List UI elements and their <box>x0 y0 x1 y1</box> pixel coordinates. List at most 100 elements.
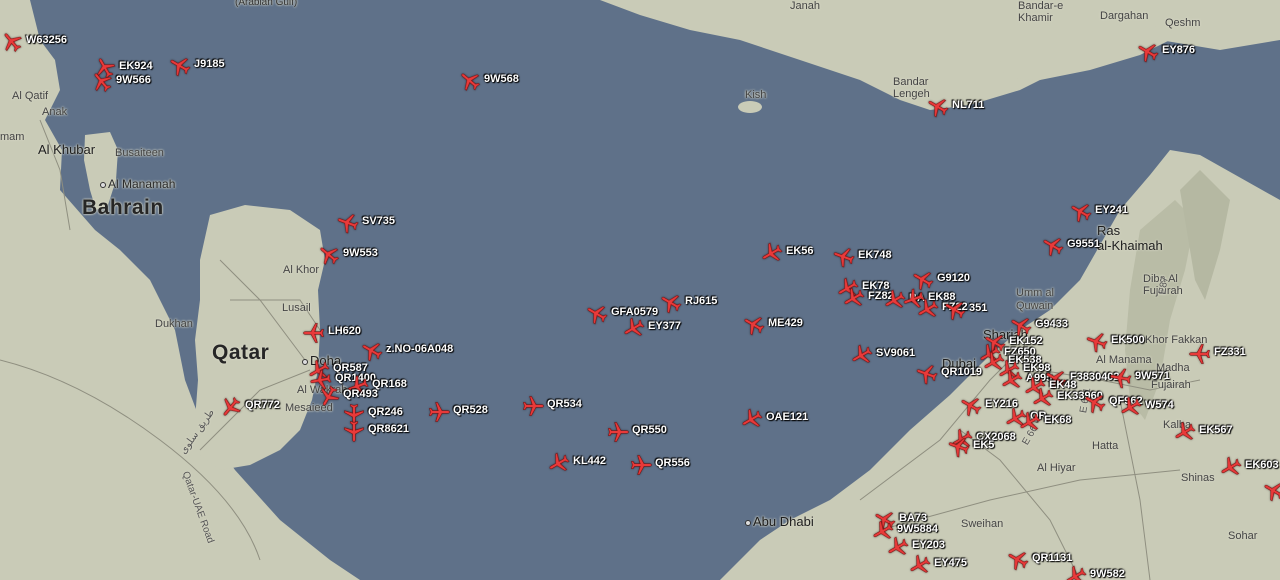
flight-callsign: QR8621 <box>368 423 409 435</box>
flight-marker[interactable]: EY216 <box>959 394 1018 418</box>
plane-icon <box>742 408 763 427</box>
flight-marker[interactable]: EK68 <box>1018 410 1072 434</box>
plane-icon <box>344 421 364 442</box>
flight-marker[interactable]: FZ82 <box>842 286 894 310</box>
flight-callsign: QR556 <box>655 457 690 469</box>
flight-marker[interactable]: EY475 <box>908 553 967 577</box>
flight-marker[interactable]: 9W582 <box>1064 564 1125 580</box>
flight-marker[interactable]: RJ615 <box>659 291 717 315</box>
flight-marker[interactable]: 9W568 <box>458 69 519 93</box>
flight-marker[interactable]: z.NO-06A048 <box>360 339 453 363</box>
plane-icon <box>744 317 765 336</box>
plane-icon <box>1071 204 1092 223</box>
flight-marker[interactable]: QR1131 <box>1006 548 1072 572</box>
flight-marker[interactable]: QR8621 <box>342 419 409 443</box>
flight-marker[interactable]: QR528 <box>427 400 488 424</box>
flight-marker[interactable]: W574 <box>1119 395 1174 419</box>
flight-callsign: OAE121 <box>766 411 809 423</box>
flight-callsign: z.NO-06A048 <box>386 343 454 355</box>
flight-marker[interactable]: A995 <box>1000 368 1052 392</box>
flight-callsign: RJ615 <box>685 295 718 307</box>
plane-icon <box>948 438 970 458</box>
plane-icon <box>1043 238 1064 257</box>
plane-icon <box>320 247 340 265</box>
flight-marker[interactable]: EY876 <box>1136 40 1195 64</box>
flight-callsign: NL711 <box>952 99 985 111</box>
flight-marker[interactable]: GFA0579 <box>585 302 658 326</box>
flight-callsign: FZ331 <box>1214 346 1246 358</box>
flight-callsign: 9W571 <box>1135 370 1170 382</box>
flight-callsign: 351 <box>969 302 988 314</box>
flight-callsign: 9W566 <box>116 74 151 86</box>
flight-callsign: QR246 <box>368 406 403 418</box>
flight-marker[interactable]: 351 <box>943 298 987 322</box>
flight-marker[interactable]: 9W571 <box>1109 366 1170 390</box>
plane-icon <box>844 287 865 306</box>
flight-marker[interactable]: G9551 <box>1041 234 1100 258</box>
flight-marker[interactable]: 9W553 <box>317 243 378 267</box>
flight-marker[interactable]: QR493 <box>317 384 378 408</box>
plane-icon <box>910 554 931 573</box>
flight-callsign: EK924 <box>119 60 153 72</box>
flight-callsign: EY876 <box>1162 44 1196 56</box>
flight-marker[interactable]: QR534 <box>521 394 582 418</box>
flight-marker[interactable]: EY241 <box>1069 200 1128 224</box>
flight-callsign: QR528 <box>453 404 488 416</box>
flight-marker[interactable]: SV735 <box>336 211 395 235</box>
flight-marker[interactable]: KL442 <box>547 451 606 475</box>
flight-callsign: EK567 <box>1199 424 1233 436</box>
flight-marker[interactable] <box>1262 479 1280 503</box>
flight-marker[interactable]: EK500 <box>1085 330 1145 354</box>
plane-icon <box>1008 552 1029 571</box>
flight-callsign: QR1019 <box>941 366 982 378</box>
flight-marker[interactable]: EK5 <box>947 435 994 459</box>
plane-icon <box>945 302 966 321</box>
flight-map[interactable]: (Arabian Gulf) Janah Bandar-e Khamir Dar… <box>0 0 1280 580</box>
plane-icon <box>913 272 934 291</box>
plane-icon <box>631 455 652 475</box>
flight-marker[interactable]: EK603 <box>1219 455 1279 479</box>
flight-marker[interactable]: QR772 <box>219 395 280 419</box>
flight-callsign: G9551 <box>1067 238 1101 250</box>
plane-icon <box>94 73 112 93</box>
flight-marker[interactable]: QR1019 <box>915 362 982 386</box>
flight-marker[interactable]: NL711 <box>926 95 984 119</box>
flight-callsign: QR534 <box>547 398 582 410</box>
flight-marker[interactable]: EK567 <box>1173 420 1233 444</box>
plane-icon <box>1085 395 1106 414</box>
flight-marker[interactable]: J9185 <box>168 54 225 78</box>
plane-icon <box>1138 44 1159 63</box>
flight-marker[interactable]: QR550 <box>606 420 667 444</box>
flight-callsign: ME429 <box>768 317 803 329</box>
flight-marker[interactable]: EY377 <box>622 316 681 340</box>
flight-marker[interactable]: G9120 <box>911 268 970 292</box>
flight-callsign: EY203 <box>912 539 946 551</box>
flight-marker[interactable]: QF962 <box>1083 391 1143 415</box>
flight-callsign: SV735 <box>362 215 396 227</box>
flight-callsign: 9W553 <box>343 247 378 259</box>
plane-icon <box>916 365 938 385</box>
plane-icon <box>429 402 450 422</box>
flight-callsign: W63256 <box>26 34 67 46</box>
flight-marker[interactable]: LH620 <box>302 321 361 345</box>
flight-marker[interactable]: EK56 <box>760 241 814 265</box>
flight-marker[interactable]: EK748 <box>832 245 892 269</box>
flight-marker[interactable]: OAE121 <box>740 407 808 431</box>
flight-marker[interactable]: QR556 <box>629 453 690 477</box>
flight-marker[interactable]: EY203 <box>886 535 945 559</box>
flight-marker[interactable]: SV9061 <box>850 343 915 367</box>
flight-callsign: 9W568 <box>484 73 519 85</box>
plane-icon <box>549 452 570 471</box>
plane-icon <box>1020 411 1041 430</box>
flight-marker[interactable]: 9W566 <box>90 70 151 94</box>
flight-marker[interactable]: W63256 <box>0 30 67 54</box>
plane-icon <box>762 242 783 261</box>
plane-icon <box>624 317 645 336</box>
flight-marker[interactable]: FZ331 <box>1188 342 1246 366</box>
plane-icon <box>928 99 949 118</box>
flight-callsign: EK56 <box>786 245 814 257</box>
flight-callsign: G9433 <box>1035 318 1069 330</box>
flight-marker[interactable]: FZ22 <box>916 297 968 321</box>
flight-marker[interactable]: ME429 <box>742 313 803 337</box>
plane-icon <box>1189 344 1210 364</box>
